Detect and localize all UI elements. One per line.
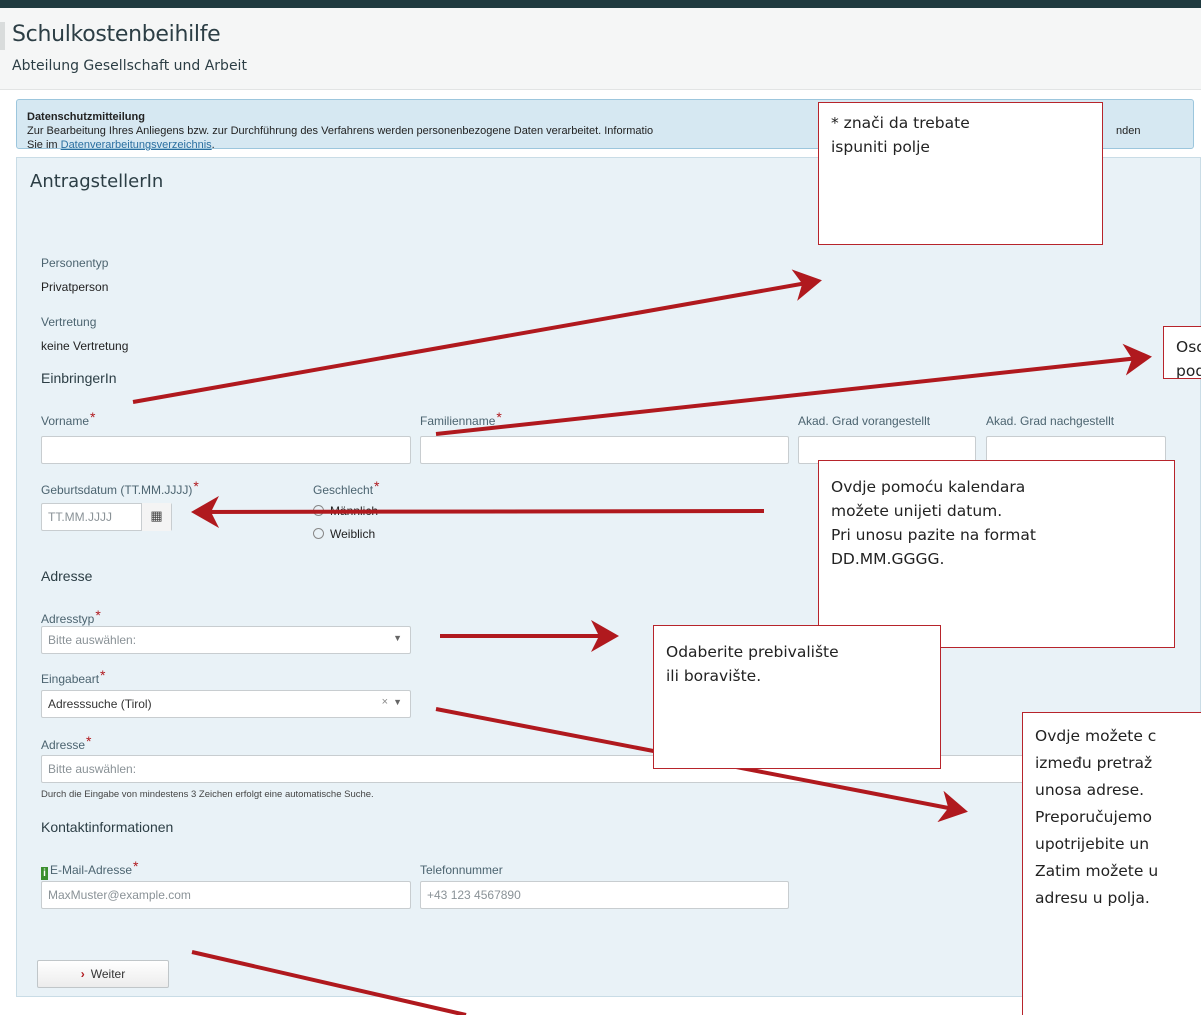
input-mode-label: Eingabeart* [41, 667, 106, 686]
required-marker: * [95, 607, 101, 623]
privacy-text-tail: nden [1116, 125, 1141, 137]
address-label: Adresse* [41, 733, 92, 752]
note-calendar: Ovdje pomoću kalendara možete unijeti da… [818, 460, 1175, 648]
chevron-right-icon: › [80, 967, 85, 981]
page-title: Schulkostenbeihilfe [12, 22, 221, 47]
email-label: i E-Mail-Adresse* [41, 858, 139, 880]
representation-label: Vertretung [41, 315, 97, 329]
person-type-label: Personentyp [41, 256, 109, 270]
required-marker: * [496, 409, 502, 425]
gender-label: Geschlecht* [313, 478, 380, 497]
section-address: Adresse [41, 568, 93, 584]
privacy-link[interactable]: Datenverarbeitungsverzeichnis [61, 139, 212, 151]
page-subtitle: Abteilung Gesellschaft und Arbeit [12, 58, 247, 74]
phone-label: Telefonnummer [420, 863, 503, 877]
next-button[interactable]: › Weiter [37, 960, 169, 988]
chevron-down-icon: ▼ [393, 633, 402, 643]
section-contact: Kontaktinformationen [41, 819, 174, 835]
top-bar [0, 0, 1201, 8]
birthdate-label: Geburtsdatum (TT.MM.JJJJ)* [41, 478, 199, 497]
info-icon[interactable]: i [41, 867, 48, 880]
note-required: * znači da trebate ispuniti polje [818, 102, 1103, 245]
firstname-label: Vorname* [41, 409, 96, 428]
note-residence: Odaberite prebivalište ili boravište. [653, 625, 941, 769]
chevron-down-icon: ▼ [393, 697, 402, 707]
address-type-select[interactable]: Bitte auswählen: ▼ [41, 626, 411, 654]
title-pre-label: Akad. Grad vorangestellt [798, 414, 931, 428]
required-marker: * [86, 733, 92, 749]
address-select[interactable]: Bitte auswählen: [41, 755, 1166, 783]
person-type-value: Privatperson [41, 280, 109, 294]
address-type-label: Adresstyp* [41, 607, 101, 626]
required-marker: * [374, 478, 380, 494]
representation-value: keine Vertretung [41, 339, 129, 353]
birthdate-input[interactable]: TT.MM.JJJJ ▦ [41, 503, 172, 531]
lastname-label: Familienname* [420, 409, 502, 428]
radio-circle [313, 528, 324, 539]
section-einbringer: EinbringerIn [41, 370, 117, 386]
input-mode-select[interactable]: Adresssuche (Tirol) × ▼ [41, 690, 411, 718]
page-header: Schulkostenbeihilfe Abteilung Gesellscha… [0, 8, 1201, 90]
radio-circle [313, 505, 324, 516]
gender-radio-male[interactable]: Männlich [313, 504, 378, 518]
note-address: Ovdje možete c između pretraž unosa adre… [1022, 712, 1201, 1015]
phone-input[interactable]: +43 123 4567890 [420, 881, 789, 909]
lastname-input[interactable] [420, 436, 789, 464]
calendar-icon[interactable]: ▦ [141, 503, 171, 531]
title-post-label: Akad. Grad nachgestellt [986, 414, 1115, 428]
required-marker: * [193, 478, 199, 494]
header-accent [0, 22, 5, 50]
gender-radio-female[interactable]: Weiblich [313, 527, 375, 541]
clear-icon[interactable]: × [382, 696, 388, 708]
required-marker: * [100, 667, 106, 683]
address-hint: Durch die Eingabe von mindestens 3 Zeich… [41, 789, 374, 800]
firstname-input[interactable] [41, 436, 411, 464]
note-person: Osob podr [1163, 326, 1201, 379]
email-input[interactable]: MaxMuster@example.com [41, 881, 411, 909]
required-marker: * [90, 409, 96, 425]
required-marker: * [133, 858, 139, 874]
